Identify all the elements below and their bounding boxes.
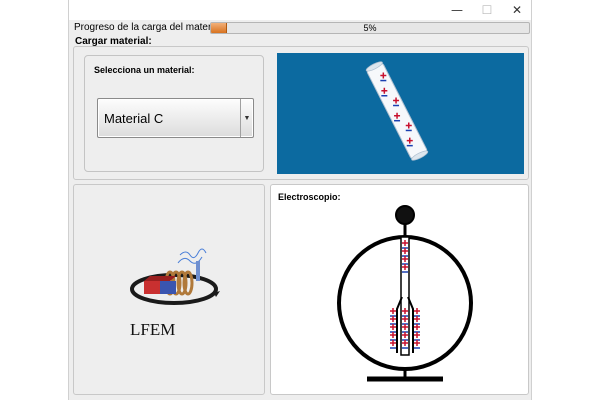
logo-panel: LFEM (73, 184, 265, 395)
electroscope-knob (395, 205, 415, 225)
electroscope-panel: Electroscopio: (270, 184, 529, 395)
load-progress-row: Progreso de la carga del material: 5% (74, 21, 530, 35)
charge-icon (390, 316, 396, 325)
lfem-logo-graphic: LFEM (130, 248, 220, 339)
charge-icon (414, 308, 420, 317)
charge-icon (414, 340, 420, 349)
close-button[interactable]: ✕ (502, 0, 532, 20)
title-bar: — ☐ ✕ (69, 0, 531, 20)
progress-text: 5% (363, 23, 377, 33)
charge-icon (390, 324, 396, 333)
minimize-button[interactable]: — (442, 0, 472, 20)
material-dropdown[interactable]: Material C ▼ (97, 98, 254, 138)
lfem-logo: LFEM (126, 243, 226, 343)
progress-label: Progreso de la carga del material: (74, 22, 225, 33)
charge-icon (414, 316, 420, 325)
progress-bar: 5% (210, 22, 530, 34)
electroscope-diagram (337, 205, 473, 382)
app-window: — ☐ ✕ Progreso de la carga del material:… (68, 0, 532, 400)
charge-icon (414, 324, 420, 333)
material-selector-panel: Selecciona un material: Material C ▼ (84, 55, 264, 172)
charge-icon (390, 340, 396, 349)
chevron-down-icon[interactable]: ▼ (240, 99, 253, 137)
material-rod-illustration (365, 61, 429, 161)
charge-icon (390, 308, 396, 317)
load-material-panel: Selecciona un material: Material C ▼ (73, 46, 529, 180)
charge-icon (414, 332, 420, 341)
material-selector-title: Selecciona un material: (94, 65, 195, 75)
lfem-logo-text: LFEM (130, 320, 175, 339)
maximize-button[interactable]: ☐ (472, 0, 502, 20)
material-dropdown-value: Material C (104, 111, 164, 126)
material-view-panel (277, 53, 524, 174)
charge-icon (390, 332, 396, 341)
material-rod (366, 62, 428, 160)
